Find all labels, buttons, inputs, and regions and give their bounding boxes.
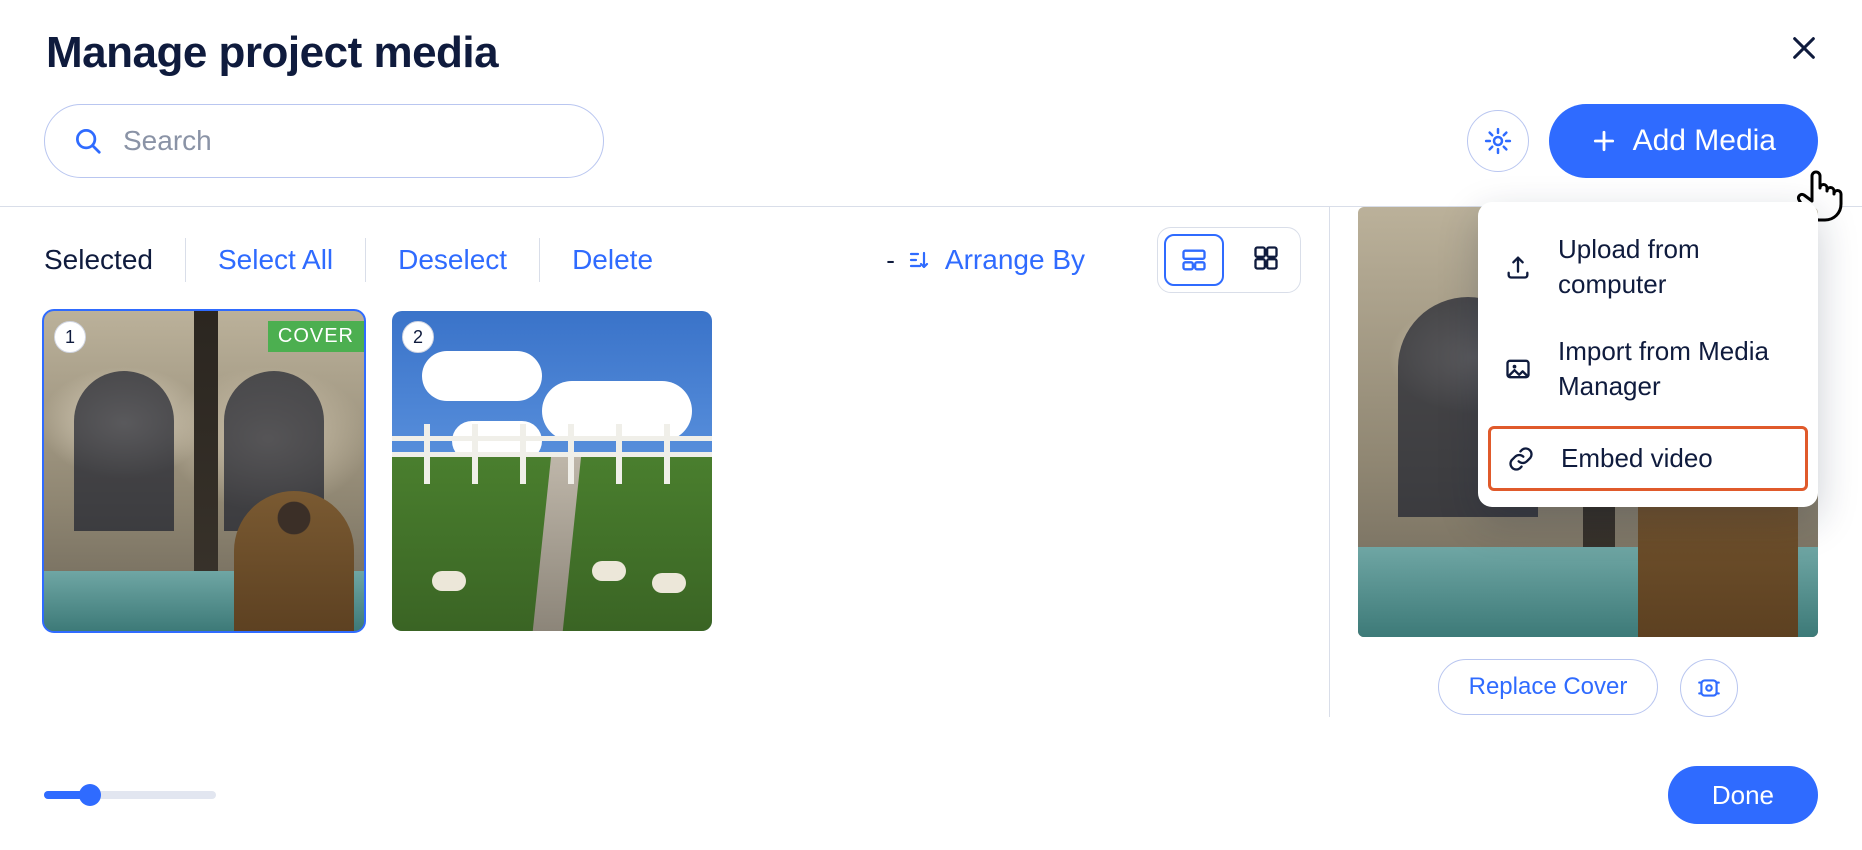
footer: Done (44, 766, 1818, 824)
search-icon (73, 126, 103, 156)
image-icon (1500, 355, 1536, 383)
plus-icon (1591, 128, 1617, 154)
arrange-icon (907, 248, 931, 272)
close-button[interactable] (1790, 34, 1818, 62)
media-gallery: 1 COVER 2 (44, 311, 1301, 631)
selected-label: Selected (44, 244, 153, 276)
crop-icon (1696, 675, 1722, 701)
add-media-button[interactable]: Add Media (1549, 104, 1818, 178)
left-pane: Selected Select All Deselect Delete - Ar… (44, 207, 1301, 717)
search-field[interactable] (44, 104, 604, 178)
done-button[interactable]: Done (1668, 766, 1818, 824)
close-icon (1790, 34, 1818, 62)
dropdown-item-label: Import from Media Manager (1558, 334, 1796, 404)
delete-button[interactable]: Delete (572, 244, 653, 276)
view-list-icon (1180, 246, 1208, 274)
toolbar: Selected Select All Deselect Delete - Ar… (44, 207, 1301, 311)
upload-icon (1500, 253, 1536, 281)
view-toggle (1157, 227, 1301, 293)
zoom-slider[interactable] (44, 791, 216, 799)
replace-cover-button[interactable]: Replace Cover (1438, 659, 1659, 715)
dropdown-item-import[interactable]: Import from Media Manager (1478, 318, 1818, 420)
cover-badge: COVER (268, 321, 364, 352)
dropdown-item-embed[interactable]: Embed video (1488, 426, 1808, 491)
add-media-dropdown: Upload from computer Import from Media M… (1478, 202, 1818, 507)
deselect-button[interactable]: Deselect (398, 244, 507, 276)
media-item[interactable]: 2 (392, 311, 712, 631)
manage-media-dialog: Manage project media Add Media Selected … (0, 0, 1862, 850)
settings-button[interactable] (1467, 110, 1529, 172)
dropdown-item-label: Upload from computer (1558, 232, 1796, 302)
link-icon (1503, 445, 1539, 473)
crop-button[interactable] (1680, 659, 1738, 717)
arrange-by-button[interactable]: - Arrange By (886, 244, 1085, 276)
media-item[interactable]: 1 COVER (44, 311, 364, 631)
media-order-badge: 1 (54, 321, 86, 353)
page-title: Manage project media (46, 28, 1818, 78)
view-grid-icon (1252, 244, 1280, 272)
header-row: Add Media (44, 104, 1818, 178)
dropdown-item-label: Embed video (1561, 441, 1713, 476)
media-order-badge: 2 (402, 321, 434, 353)
zoom-knob[interactable] (79, 784, 101, 806)
select-all-button[interactable]: Select All (218, 244, 333, 276)
arrange-by-label: Arrange By (945, 244, 1085, 276)
search-input[interactable] (121, 124, 575, 158)
view-grid-button[interactable] (1238, 234, 1294, 282)
dropdown-item-upload[interactable]: Upload from computer (1478, 216, 1818, 318)
cover-actions: Replace Cover (1358, 659, 1818, 717)
add-media-label: Add Media (1633, 124, 1776, 158)
gear-icon (1483, 126, 1513, 156)
view-list-button[interactable] (1164, 234, 1224, 286)
